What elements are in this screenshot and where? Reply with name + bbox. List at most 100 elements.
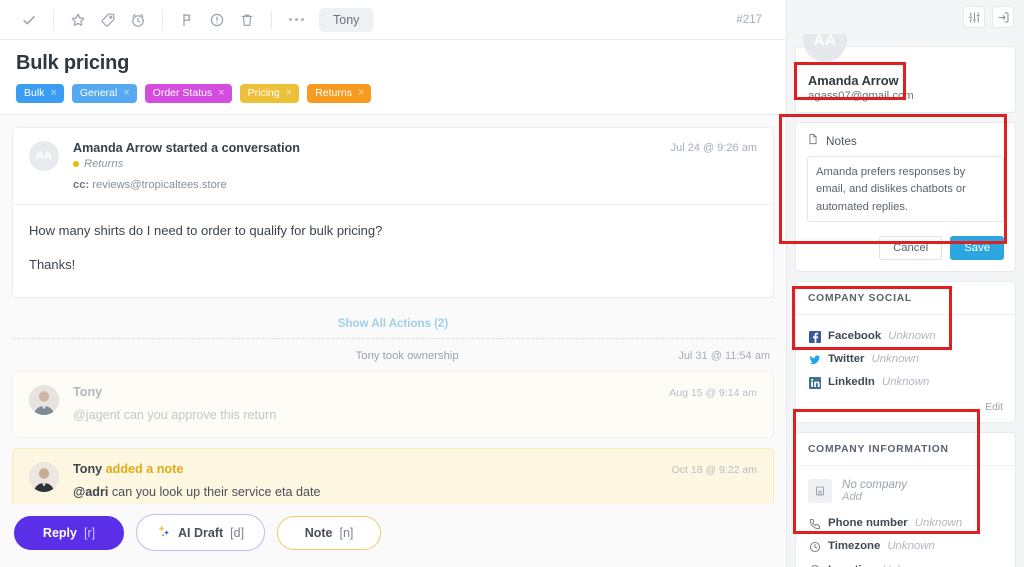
tag-chip[interactable]: Bulk×	[16, 84, 64, 103]
notes-header: Notes	[807, 133, 1004, 148]
system-event-timestamp: Jul 31 @ 11:54 am	[678, 350, 770, 362]
note-author-line: Tony added a note	[73, 462, 757, 476]
tag-chip[interactable]: General×	[72, 84, 137, 103]
message-header-text: Amanda Arrow started a conversation Retu…	[73, 141, 300, 191]
note-text: @jagent can you approve this return	[73, 408, 757, 422]
cancel-button[interactable]: Cancel	[879, 236, 942, 260]
sliders-icon[interactable]	[963, 6, 985, 28]
note-card[interactable]: Tony added a note @adri can you look up …	[12, 448, 774, 504]
social-value: Unknown	[882, 374, 930, 391]
tag-label: Order Status	[153, 87, 213, 100]
note-button-label: Note	[305, 526, 333, 540]
message-header: AA Amanda Arrow started a conversation R…	[13, 128, 773, 205]
tag-label: Pricing	[248, 87, 280, 100]
note-button[interactable]: Note [n]	[277, 516, 381, 550]
message-thread: AA Amanda Arrow started a conversation R…	[0, 115, 786, 504]
message-author-line: Amanda Arrow started a conversation	[73, 141, 300, 155]
check-icon[interactable]	[14, 7, 44, 33]
dashed-divider	[12, 338, 774, 339]
company-info-value: Unknown	[882, 562, 930, 567]
logout-icon[interactable]	[992, 6, 1014, 28]
avatar	[29, 385, 59, 415]
reply-button[interactable]: Reply [r]	[14, 516, 124, 550]
app-root: Tony #217 Bulk pricing Bulk×General×Orde…	[0, 0, 1024, 567]
note-card[interactable]: Tony @jagent can you approve this return…	[12, 371, 774, 438]
company-add-link[interactable]: Add	[842, 491, 907, 503]
ai-draft-button[interactable]: AI Draft [d]	[136, 514, 265, 551]
tag-remove-icon[interactable]: ×	[218, 88, 224, 99]
tag-label: Returns	[315, 87, 352, 100]
assignee-chip[interactable]: Tony	[319, 8, 373, 32]
message-paragraph: Thanks!	[29, 255, 757, 275]
message-cc: cc: reviews@tropicaltees.store	[73, 179, 300, 191]
note-content: Tony added a note @adri can you look up …	[73, 462, 757, 499]
sidebar-toolbar	[787, 0, 1024, 34]
more-options-icon[interactable]	[281, 7, 311, 33]
social-row[interactable]: TwitterUnknown	[808, 348, 1003, 371]
reply-button-label: Reply	[43, 526, 77, 540]
social-value: Unknown	[888, 328, 936, 345]
notes-title: Notes	[826, 134, 857, 148]
star-icon[interactable]	[63, 7, 93, 33]
social-label: LinkedIn	[828, 374, 875, 391]
company-info-row[interactable]: Phone numberUnknown	[808, 512, 1003, 535]
edit-link[interactable]: Edit	[985, 402, 1003, 413]
tag-chip[interactable]: Pricing ×	[240, 84, 300, 103]
alert-circle-icon[interactable]	[202, 7, 232, 33]
note-text: @adri can you look up their service eta …	[73, 485, 757, 499]
company-row-text: No company Add	[842, 478, 907, 503]
show-all-actions-link[interactable]: Show All Actions (2)	[330, 318, 456, 330]
reply-action-bar: Reply [r] AI Draft [d] Note [n]	[0, 504, 786, 567]
system-event-row: Tony took ownership Jul 31 @ 11:54 am	[12, 342, 774, 371]
tag-chip[interactable]: Returns ×	[307, 84, 371, 103]
note-content: Tony @jagent can you approve this return	[73, 385, 757, 422]
tag-remove-icon[interactable]: ×	[358, 88, 364, 99]
company-information-body: No company Add Phone numberUnknownTimezo…	[796, 466, 1015, 567]
tag-remove-icon[interactable]: ×	[123, 88, 129, 99]
note-author: Tony	[73, 462, 102, 476]
note-button-shortcut: [n]	[340, 526, 354, 540]
message-channel: Returns	[73, 158, 300, 170]
document-icon	[807, 133, 819, 148]
twitter-icon	[808, 354, 821, 366]
message-paragraph: How many shirts do I need to order to qu…	[29, 221, 757, 241]
notes-card: Notes Cancel Save	[795, 122, 1016, 272]
toolbar-divider	[271, 11, 272, 29]
phone-icon	[808, 518, 821, 530]
message-timestamp: Jul 24 @ 9:26 am	[671, 142, 757, 154]
trash-icon[interactable]	[232, 7, 262, 33]
company-info-value: Unknown	[887, 538, 935, 555]
company-info-row[interactable]: LocationUnknown	[808, 559, 1003, 567]
subject-header: Bulk pricing Bulk×General×Order Status×P…	[0, 40, 786, 115]
cc-label: cc:	[73, 179, 89, 191]
cc-value: reviews@tropicaltees.store	[92, 179, 226, 191]
company-info-label: Phone number	[828, 515, 908, 532]
social-row[interactable]: FacebookUnknown	[808, 325, 1003, 348]
note-rest: can you approve this return	[120, 408, 276, 422]
avatar: AA	[803, 34, 847, 62]
save-button[interactable]: Save	[950, 236, 1004, 260]
channel-dot-icon	[73, 161, 79, 167]
show-all-actions-bar: Show All Actions (2)	[12, 314, 774, 339]
flag-icon[interactable]	[172, 7, 202, 33]
note-timestamp: Aug 15 @ 9:14 am	[669, 387, 757, 399]
company-row[interactable]: No company Add	[808, 476, 1003, 512]
note-author: Tony	[73, 385, 757, 399]
company-social-card: COMPANY SOCIAL FacebookUnknownTwitterUnk…	[795, 281, 1016, 423]
company-info-row[interactable]: TimezoneUnknown	[808, 535, 1003, 558]
tag-remove-icon[interactable]: ×	[50, 88, 56, 99]
tag-remove-icon[interactable]: ×	[286, 88, 292, 99]
reply-button-shortcut: [r]	[84, 526, 95, 540]
avatar	[29, 462, 59, 492]
company-field-rows: Phone numberUnknownTimezoneUnknownLocati…	[808, 512, 1003, 567]
tag-list: Bulk×General×Order Status×Pricing×Return…	[16, 84, 770, 103]
tag-icon[interactable]	[93, 7, 123, 33]
snooze-clock-icon[interactable]	[123, 7, 153, 33]
notes-input[interactable]	[807, 156, 1004, 222]
sidebar-avatar-wrap: AA	[803, 34, 847, 62]
tag-chip[interactable]: Order Status ×	[145, 84, 232, 103]
contact-name: Amanda Arrow	[808, 73, 1003, 88]
sparkle-icon	[157, 524, 171, 541]
contact-email[interactable]: agass07@gmail.com	[808, 90, 1003, 102]
social-row[interactable]: LinkedIn Unknown	[808, 371, 1003, 394]
